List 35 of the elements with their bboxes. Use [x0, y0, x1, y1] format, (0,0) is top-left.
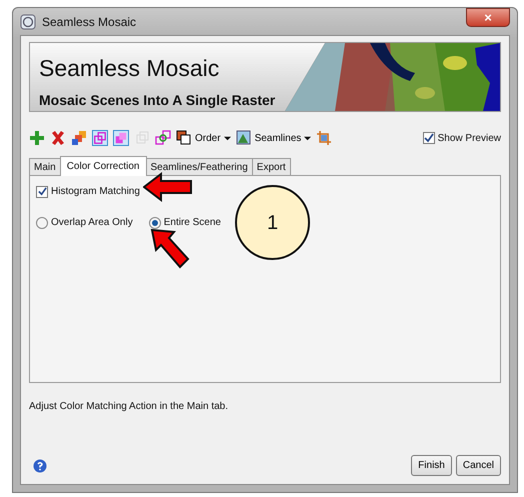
order-icon — [176, 130, 192, 146]
radio-button[interactable] — [148, 216, 161, 228]
tab[interactable]: Seamlines/Feathering — [146, 158, 253, 175]
dropdown-button[interactable]: Order — [176, 130, 231, 146]
dropdown-button[interactable]: Seamlines — [236, 130, 312, 146]
caret-icon — [304, 134, 312, 142]
header-title: Seamless Mosaic — [38, 54, 220, 80]
dialog-button[interactable]: Cancel — [456, 455, 501, 476]
plus-icon[interactable] — [29, 130, 45, 146]
crop-icon[interactable] — [316, 130, 332, 146]
rotate-squares-icon[interactable] — [155, 130, 171, 146]
window-title: Seamless Mosaic — [42, 14, 136, 30]
checkbox[interactable] — [36, 186, 48, 198]
checkbox-label: Histogram Matching — [51, 185, 140, 199]
app-icon — [20, 14, 36, 30]
status-text: Adjust Color Matching Action in the Main tab. — [29, 400, 229, 414]
arrow-icon — [150, 228, 190, 270]
checkbox[interactable] — [422, 132, 435, 144]
radio-label: Entire Scene — [164, 216, 221, 230]
caret-icon — [224, 134, 231, 142]
tab[interactable]: Main — [29, 158, 61, 175]
tab[interactable]: Color Correction — [60, 156, 146, 176]
radio-label: Overlap Area Only — [51, 216, 133, 230]
radio-button[interactable] — [36, 216, 48, 228]
image-icon — [236, 130, 252, 146]
delete-icon[interactable] — [50, 130, 66, 146]
overlap-icon[interactable] — [92, 130, 108, 146]
overlap-icon[interactable] — [113, 130, 129, 146]
header-subtitle: Mosaic Scenes Into A Single Raster — [38, 91, 276, 110]
dialog-button[interactable]: Finish — [411, 455, 452, 476]
checkbox-label: Show Preview — [438, 132, 501, 146]
tab[interactable]: Export — [252, 158, 291, 175]
color-blocks-icon[interactable] — [71, 130, 87, 146]
help-icon[interactable] — [33, 458, 47, 472]
arrow-icon — [143, 172, 193, 202]
